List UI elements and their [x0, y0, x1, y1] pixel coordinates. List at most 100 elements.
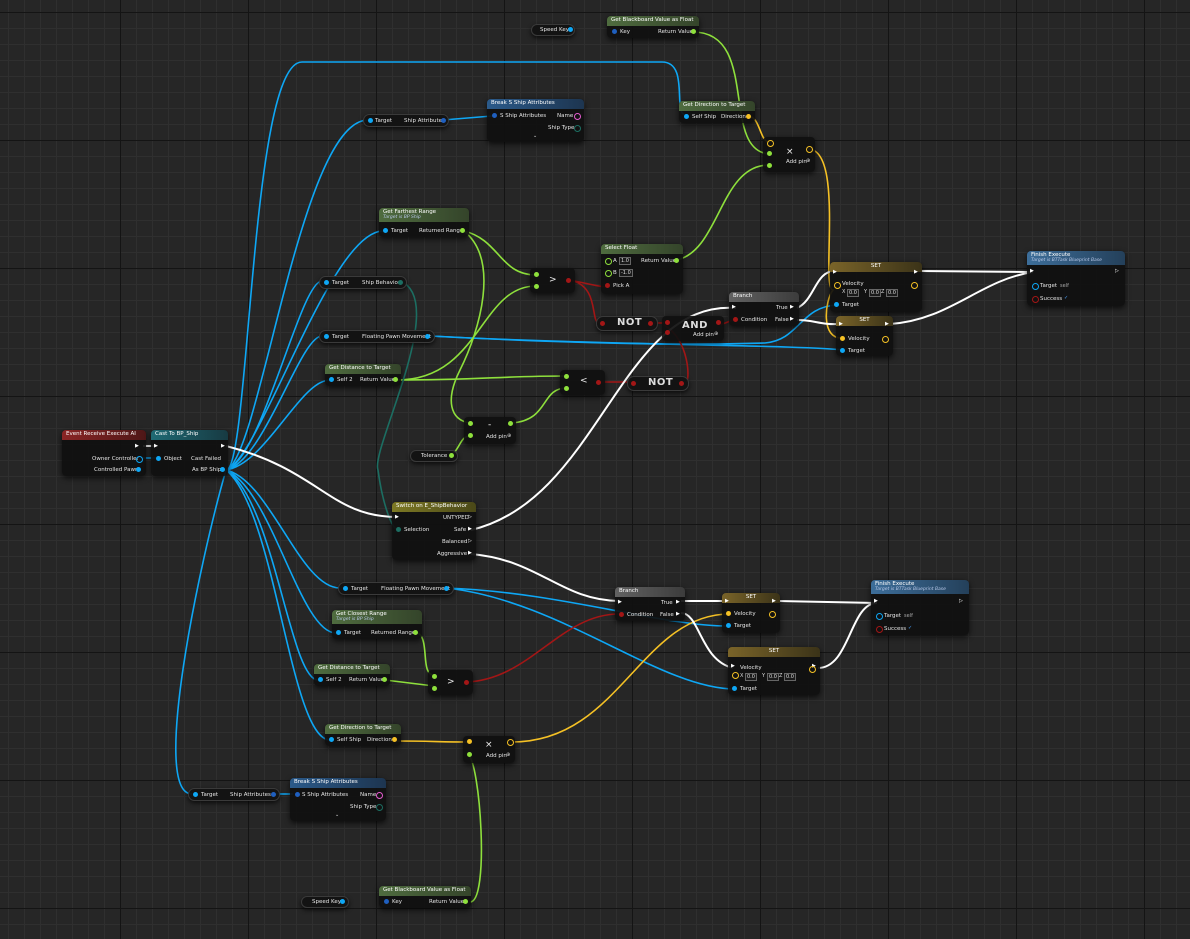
mult-a-in-pin-top[interactable]: [767, 151, 772, 156]
get-direction-to-target-node-top[interactable]: Get Direction to Target Self Ship Direct…: [679, 101, 755, 123]
less-b-pin[interactable]: [564, 386, 569, 391]
less-a-pin[interactable]: [564, 374, 569, 379]
get-closest-range-node[interactable]: Get Closest Range Target is BP Ship Targe…: [332, 610, 422, 639]
get-ship-attributes-node-top[interactable]: Target Ship Attributes: [363, 114, 449, 127]
mult-b-in-pin-bot[interactable]: [467, 752, 472, 757]
switch-balanced-exec[interactable]: ▷: [468, 538, 472, 544]
greater-bot-a-pin[interactable]: [432, 674, 437, 679]
set-velocity-node-top-2[interactable]: SET ▶ ▶ Velocity Target: [836, 316, 893, 356]
cast-exec-out-icon[interactable]: ▶: [221, 443, 225, 449]
greater-top-a-pin[interactable]: [534, 272, 539, 277]
finish-bot-exec-in[interactable]: ▶: [874, 598, 878, 604]
and-add-pin-label[interactable]: Add pin: [693, 332, 714, 338]
set-top1-exec-out[interactable]: ▶: [914, 269, 918, 275]
select-a-pin[interactable]: [605, 258, 612, 265]
finish-bot-exec-out[interactable]: ▷: [959, 598, 963, 604]
and-a-pin[interactable]: [665, 320, 670, 325]
greater-top-out-pin[interactable]: [566, 278, 571, 283]
get-dir-direction-pin-top[interactable]: [746, 114, 751, 119]
set-bot2-target-pin[interactable]: [732, 686, 737, 691]
get-distance-to-target-node-bottom[interactable]: Get Distance to Target Self 2 Return Val…: [314, 664, 390, 686]
break-attr-name-pin-bot[interactable]: [376, 792, 383, 799]
mult-vector-in-pin-bot[interactable]: [467, 739, 472, 744]
set-bot2-y-value[interactable]: 0.0: [767, 673, 779, 681]
set-velocity-node-bottom-2[interactable]: SET ▶ ▶ Velocity X 0.0 Y 0.0 Z 0.0 Targe…: [728, 647, 820, 695]
set-top2-out-pin[interactable]: [882, 336, 889, 343]
get-direction-to-target-node-bottom[interactable]: Get Direction to Target Self Ship Direct…: [325, 724, 401, 746]
ship-behavior-target-pin[interactable]: [324, 280, 329, 285]
get-distance-to-target-node-top[interactable]: Get Distance to Target Self 2 Return Val…: [325, 364, 401, 386]
tolerance-variable[interactable]: Tolerance: [410, 450, 458, 462]
dist-bot-return-pin[interactable]: [382, 677, 387, 682]
multiply-node-bottom[interactable]: × Add pin ⊕: [463, 736, 515, 763]
get-dir-self-pin-bot[interactable]: [329, 737, 334, 742]
set-top1-target-pin[interactable]: [834, 302, 839, 307]
event-receive-execute-ai-node[interactable]: Event Receive Execute AI Owner Controlle…: [62, 430, 146, 476]
get-ship-attributes-node-bottom[interactable]: Target Ship Attributes: [188, 788, 280, 801]
set-bot1-target-pin[interactable]: [726, 623, 731, 628]
greater-than-node-bottom[interactable]: >: [428, 670, 473, 695]
add-pin-icon-top[interactable]: ⊕: [806, 158, 810, 164]
break-attr-in-pin-top[interactable]: [492, 113, 497, 118]
break-ship-attributes-node-top[interactable]: Break S Ship Attributes S Ship Attribute…: [487, 99, 584, 142]
controlled-pawn-pin[interactable]: [136, 467, 141, 472]
set-top2-target-pin[interactable]: [840, 348, 845, 353]
set-bot2-z-value[interactable]: 0.0: [784, 673, 796, 681]
select-return-pin[interactable]: [674, 258, 679, 263]
set-top1-z-value[interactable]: 0.0: [886, 289, 898, 297]
switch-aggressive-exec[interactable]: ▶: [468, 550, 472, 556]
set-bot1-exec-in[interactable]: ▶: [725, 598, 729, 604]
fpm-bot-out-pin[interactable]: [444, 586, 449, 591]
finish-top-success-check-icon[interactable]: ✓: [1064, 295, 1068, 301]
finish-execute-node-top[interactable]: Finish Execute Target is BTTask Blueprint…: [1027, 251, 1125, 306]
switch-exec-in[interactable]: ▶: [395, 514, 399, 520]
set-top1-exec-in[interactable]: ▶: [833, 269, 837, 275]
closest-target-pin[interactable]: [336, 630, 341, 635]
greater-bot-b-pin[interactable]: [432, 686, 437, 691]
dist-bot-self-pin[interactable]: [318, 677, 323, 682]
switch-safe-exec[interactable]: ▶: [468, 526, 472, 532]
set-velocity-node-top-1[interactable]: SET ▶ ▶ Velocity X 0.0 Y 0.0 Z 0.0 Targe…: [830, 262, 922, 312]
expand-chevron-icon-bot[interactable]: ⌄: [335, 812, 339, 818]
bb-return-pin-top[interactable]: [691, 29, 696, 34]
ship-attr-out-pin-top[interactable]: [441, 118, 446, 123]
set-bot2-x-value[interactable]: 0.0: [745, 673, 757, 681]
finish-bot-success-pin[interactable]: [876, 626, 883, 633]
cast-exec-in-icon[interactable]: ▶: [154, 443, 158, 449]
set-top1-out-pin[interactable]: [911, 282, 918, 289]
fpm-bot-target-pin[interactable]: [343, 586, 348, 591]
break-attr-in-pin-bot[interactable]: [295, 792, 300, 797]
set-top2-velocity-pin[interactable]: [840, 336, 845, 341]
and-out-pin[interactable]: [716, 320, 721, 325]
set-top1-y-value[interactable]: 0.0: [869, 289, 881, 297]
not-node-2[interactable]: NOT: [627, 376, 689, 391]
set-bot1-velocity-pin[interactable]: [726, 611, 731, 616]
bb-key-pin-bot[interactable]: [384, 899, 389, 904]
subtract-b-pin[interactable]: [468, 433, 473, 438]
set-top2-exec-in[interactable]: ▶: [839, 321, 843, 327]
not2-out-pin[interactable]: [679, 381, 684, 386]
speed-key-pin-bot[interactable]: [340, 899, 345, 904]
dist-top-self-pin[interactable]: [329, 377, 334, 382]
finish-top-exec-out[interactable]: ▷: [1115, 268, 1119, 274]
dist-top-return-pin[interactable]: [393, 377, 398, 382]
less-out-pin[interactable]: [596, 380, 601, 385]
break-ship-attributes-node-bottom[interactable]: Break S Ship Attributes S Ship Attribute…: [290, 778, 386, 821]
select-a-value[interactable]: 1.0: [619, 257, 631, 265]
set-top2-exec-out[interactable]: ▶: [885, 321, 889, 327]
select-b-value[interactable]: -1.0: [619, 269, 633, 277]
finish-bot-success-check-icon[interactable]: ✓: [908, 625, 912, 631]
bb-return-pin-bot[interactable]: [463, 899, 468, 904]
and-b-pin[interactable]: [665, 330, 670, 335]
subtract-add-pin-label[interactable]: Add pin: [486, 434, 507, 440]
set-bot2-out-pin[interactable]: [809, 666, 816, 673]
farthest-returned-range-pin[interactable]: [460, 228, 465, 233]
exec-out-icon[interactable]: ▶: [135, 443, 139, 449]
fpm-top-out-pin[interactable]: [425, 334, 430, 339]
closest-returned-range-pin[interactable]: [413, 630, 418, 635]
finish-bot-target-pin[interactable]: [876, 613, 883, 620]
ship-attr-target-pin-top[interactable]: [368, 118, 373, 123]
get-blackboard-float-node-bottom[interactable]: Get Blackboard Value as Float Key Return…: [379, 886, 471, 908]
subtract-node[interactable]: - Add pin ⊕: [464, 417, 516, 444]
tolerance-pin[interactable]: [449, 453, 454, 458]
